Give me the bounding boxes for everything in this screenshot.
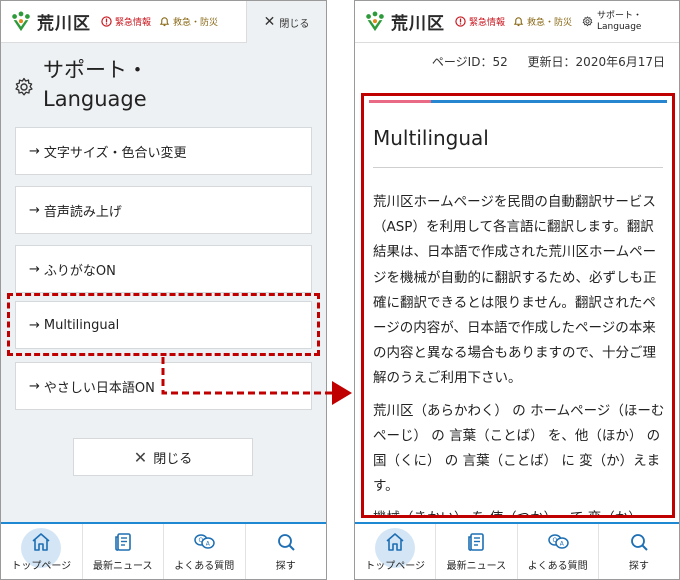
home-icon [32,533,50,551]
rescue-link[interactable]: 救急・防災 [513,15,572,28]
nav-label: トップページ [11,561,72,572]
page-title: Multilingual [373,126,489,150]
page-id: ページID：52 [431,55,508,69]
nav-search[interactable]: 探す [599,524,679,579]
content-highlight-box: Multilingual 荒川区ホームページを民間の自動翻訳サービス（ASP）を… [361,93,675,518]
content-body: 荒川区ホームページを民間の自動翻訳サービス（ASP）を利用して各言語に翻訳します… [373,190,665,515]
gear-icon [582,16,593,27]
nav-label: 探す [275,561,296,572]
nav-top-page[interactable]: トップページ [355,524,437,579]
search-icon [277,534,295,551]
svg-text:Q: Q [552,537,557,544]
nav-label: 最新ニュース [446,561,507,572]
emergency-link[interactable]: 緊急情報 [455,15,505,28]
nav-label: トップページ [365,561,426,572]
nav-label: 最新ニュース [93,561,153,572]
title-divider [373,167,663,168]
support-line1: サポート・ [597,10,643,21]
faq-icon: QA [547,534,569,549]
updated-date: 更新日：2020年6月17日 [527,55,665,69]
nav-label: 探す [628,561,649,572]
alert-icon [455,16,466,27]
logo[interactable]: 荒川区 [355,9,447,34]
rescue-label: 救急・防災 [527,18,573,28]
news-icon [114,533,131,551]
news-icon [468,533,485,551]
bell-icon [513,17,524,27]
home-icon [386,533,404,551]
logo-text: 荒川区 [391,14,445,34]
faq-icon: QA [194,534,215,549]
emergency-label: 緊急情報 [469,18,506,28]
site-header: 荒川区 緊急情報 救急・防災 サポート・ Language [355,1,679,43]
svg-text:Q: Q [199,537,204,544]
paragraph: 機械（きかい） を 使（つか）って 変（か） [373,506,665,515]
paragraph: 荒川区（あらかわく） の ホームページ（ほーむぺーじ） の 言葉（ことば） を、… [373,402,665,495]
multilingual-screen: 荒川区 緊急情報 救急・防災 サポート・ Language ページID：52 更… [354,0,680,580]
search-icon [630,534,648,551]
support-language-button[interactable]: サポート・ Language [582,11,642,33]
page-info: ページID：52 更新日：2020年6月17日 [416,53,665,70]
nav-label: よくある質問 [527,561,588,572]
nav-label: よくある質問 [174,561,235,572]
bottom-nav: トップページ 最新ニュース QA よくある質問 探す [355,522,679,579]
support-line2: Language [597,21,642,32]
nav-news[interactable]: 最新ニュース [436,524,518,579]
paragraph: 荒川区ホームページを民間の自動翻訳サービス（ASP）を利用して各言語に翻訳します… [373,194,657,387]
accent-bar [369,100,667,103]
nav-faq[interactable]: QA よくある質問 [518,524,599,579]
arakawa-logo-icon [366,11,384,31]
